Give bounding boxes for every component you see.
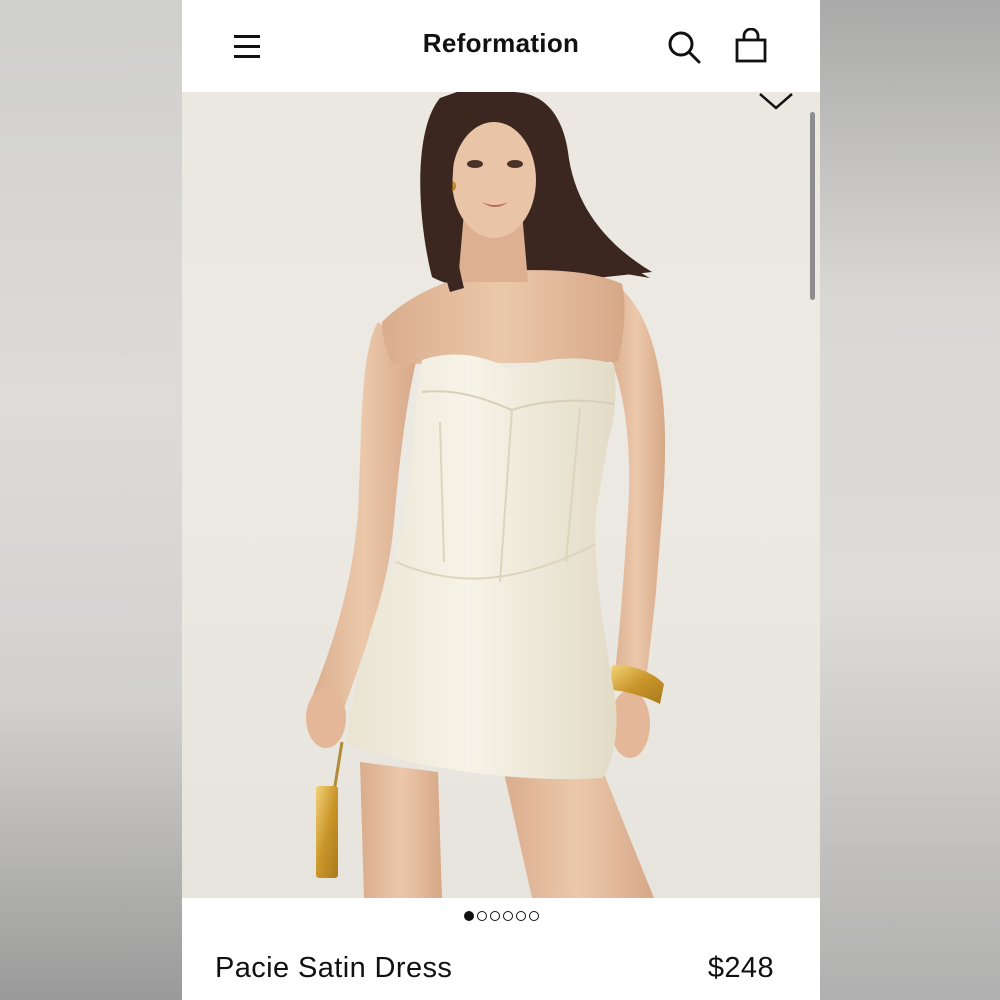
site-header: Reformation (182, 0, 820, 92)
pagination-dot[interactable] (476, 911, 487, 921)
scrollbar-thumb[interactable] (810, 112, 815, 300)
brand-logo[interactable]: Reformation (182, 28, 820, 59)
pagination-dot[interactable] (502, 911, 513, 921)
chevron-down-icon[interactable] (756, 92, 796, 114)
product-photo (306, 92, 666, 898)
product-name[interactable]: Pacie Satin Dress (215, 952, 452, 985)
pagination-dot[interactable] (515, 911, 526, 921)
phone-screen: Reformation Pacie Satin Dress $248 (182, 0, 820, 1000)
search-icon[interactable] (666, 28, 704, 66)
shopping-bag-icon[interactable] (732, 27, 770, 66)
pagination-dot[interactable] (463, 911, 474, 921)
blurred-backdrop-right (820, 0, 1000, 1000)
product-image-gallery[interactable] (182, 92, 820, 898)
pagination-dot[interactable] (489, 911, 500, 921)
blurred-backdrop-left (0, 0, 182, 1000)
gallery-pagination (182, 906, 820, 926)
pagination-dot[interactable] (528, 911, 539, 921)
product-price: $248 (707, 952, 774, 984)
